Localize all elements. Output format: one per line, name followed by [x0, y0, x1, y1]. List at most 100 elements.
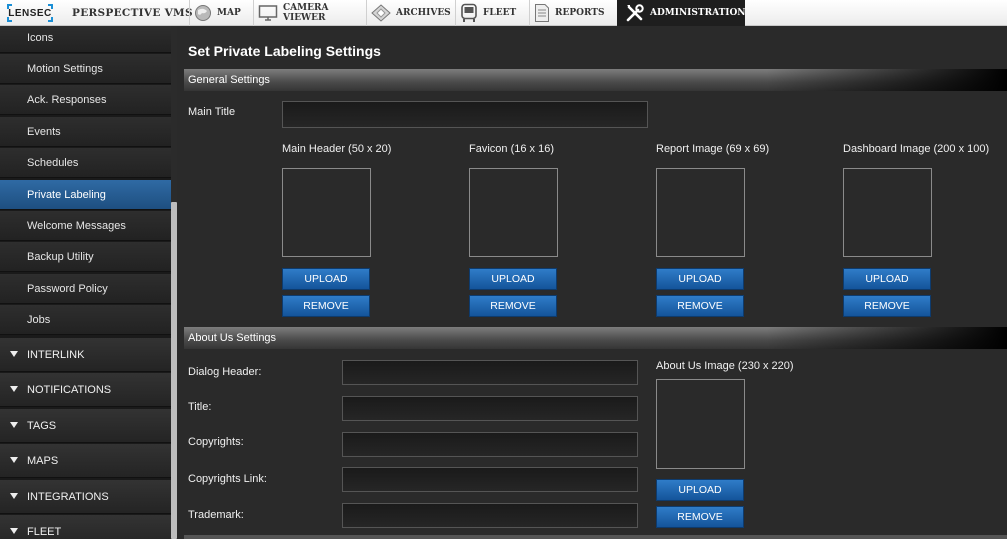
- monitor-icon: [258, 5, 278, 21]
- sidebar-section-label: TAGS: [27, 420, 57, 432]
- sidebar-section-notifications[interactable]: NOTIFICATIONS: [0, 373, 171, 407]
- sidebar-item-private-labeling[interactable]: Private Labeling: [0, 180, 171, 210]
- bus-icon: [461, 3, 477, 22]
- section-header-label: General Settings: [188, 74, 270, 86]
- sidebar-section-maps[interactable]: MAPS: [0, 444, 171, 478]
- trademark-input[interactable]: [342, 503, 638, 528]
- sidebar-section-label: MAPS: [27, 455, 59, 467]
- sidebar-item-jobs[interactable]: Jobs: [0, 305, 171, 335]
- sidebar-item-label: Jobs: [27, 314, 51, 326]
- copyrights-label: Copyrights:: [188, 436, 244, 448]
- sidebar-item-label: Ack. Responses: [27, 94, 107, 106]
- admin-sidebar: Icons Motion Settings Ack. Responses Eve…: [0, 26, 177, 539]
- tab-reports-label: REPORTS: [555, 8, 605, 18]
- sidebar-item-backup-utility[interactable]: Backup Utility: [0, 242, 171, 272]
- brand-title: PERSPECTIVE VMS: [72, 7, 193, 19]
- dialog-header-input[interactable]: [342, 360, 638, 385]
- main-content: Set Private Labeling Settings General Se…: [180, 26, 1007, 539]
- sidebar-section-label: INTEGRATIONS: [27, 491, 109, 503]
- sidebar-item-welcome-messages[interactable]: Welcome Messages: [0, 211, 171, 241]
- sidebar-section-integrations[interactable]: INTEGRATIONS: [0, 480, 171, 514]
- title-label: Title:: [188, 401, 212, 413]
- caret-down-icon: [10, 422, 18, 428]
- caret-down-icon: [10, 386, 18, 392]
- logo-text: LENSEC: [8, 7, 52, 19]
- sidebar-item-label: Schedules: [27, 157, 79, 169]
- sidebar-item-events[interactable]: Events: [0, 117, 171, 147]
- caret-down-icon: [10, 528, 18, 534]
- about-us-image-label: About Us Image (230 x 220): [656, 360, 794, 372]
- copyrights-input[interactable]: [342, 432, 638, 457]
- top-nav-bar: LENSEC PERSPECTIVE VMS MAP CAMERA VIEWER…: [0, 0, 1007, 26]
- main-header-upload-button[interactable]: UPLOAD: [282, 268, 370, 290]
- sidebar-section-label: INTERLINK: [27, 349, 85, 361]
- sidebar-item-password-policy[interactable]: Password Policy: [0, 274, 171, 304]
- tab-camera-viewer[interactable]: CAMERA VIEWER: [253, 0, 366, 26]
- document-icon: [535, 4, 549, 22]
- copyrights-link-label: Copyrights Link:: [188, 473, 267, 485]
- sidebar-item-ack-responses[interactable]: Ack. Responses: [0, 85, 171, 115]
- caret-down-icon: [10, 493, 18, 499]
- general-settings-header: General Settings: [184, 69, 1007, 91]
- main-header-remove-button[interactable]: REMOVE: [282, 295, 370, 317]
- globe-icon: [195, 5, 211, 21]
- tab-administration[interactable]: ADMINISTRATION: [617, 0, 746, 26]
- tab-archives-label: ARCHIVES: [396, 8, 451, 18]
- about-us-upload-button[interactable]: UPLOAD: [656, 479, 744, 501]
- favicon-upload-button[interactable]: UPLOAD: [469, 268, 557, 290]
- favicon-image-preview: [469, 168, 558, 257]
- dialog-header-label: Dialog Header:: [188, 366, 262, 378]
- sidebar-section-interlink[interactable]: INTERLINK: [0, 338, 171, 372]
- sidebar-item-label: Motion Settings: [27, 63, 103, 75]
- tab-administration-label: ADMINISTRATION: [650, 8, 746, 18]
- sidebar-item-label: Events: [27, 126, 61, 138]
- sidebar-section-tags[interactable]: TAGS: [0, 409, 171, 443]
- main-title-input[interactable]: [282, 101, 648, 128]
- sidebar-item-icons[interactable]: Icons: [0, 26, 171, 53]
- sidebar-item-schedules[interactable]: Schedules: [0, 148, 171, 178]
- dashboard-image-upload-button[interactable]: UPLOAD: [843, 268, 931, 290]
- dashboard-image-preview: [843, 168, 932, 257]
- sidebar-item-label: Icons: [27, 32, 54, 44]
- copyrights-link-input[interactable]: [342, 467, 638, 492]
- tools-icon: [626, 4, 644, 22]
- sidebar-item-label: Welcome Messages: [27, 220, 126, 232]
- caret-down-icon: [10, 457, 18, 463]
- tab-reports[interactable]: REPORTS: [529, 0, 617, 26]
- about-us-settings-header: About Us Settings: [184, 327, 1007, 349]
- tab-map[interactable]: MAP: [189, 0, 253, 26]
- about-us-remove-button[interactable]: REMOVE: [656, 506, 744, 528]
- tab-camera-viewer-label: CAMERA VIEWER: [283, 3, 329, 23]
- lensec-logo[interactable]: LENSEC: [4, 3, 56, 23]
- sidebar-section-label: NOTIFICATIONS: [27, 384, 112, 396]
- trademark-label: Trademark:: [188, 509, 244, 521]
- report-image-remove-button[interactable]: REMOVE: [656, 295, 744, 317]
- sidebar-scroll-thumb[interactable]: [171, 202, 177, 539]
- tab-fleet[interactable]: FLEET: [455, 0, 529, 26]
- title-input[interactable]: [342, 396, 638, 421]
- report-image-upload-button[interactable]: UPLOAD: [656, 268, 744, 290]
- sidebar-item-label: Private Labeling: [27, 189, 106, 201]
- sidebar-section-label: FLEET: [27, 526, 62, 538]
- main-title-label: Main Title: [188, 106, 236, 118]
- about-us-image-preview: [656, 379, 745, 469]
- favicon-image-label: Favicon (16 x 16): [469, 143, 554, 155]
- caret-down-icon: [10, 351, 18, 357]
- sidebar-item-label: Backup Utility: [27, 251, 94, 263]
- page-title: Set Private Labeling Settings: [188, 43, 381, 59]
- dashboard-image-label: Dashboard Image (200 x 100): [843, 143, 990, 155]
- report-image-preview: [656, 168, 745, 257]
- dashboard-image-remove-button[interactable]: REMOVE: [843, 295, 931, 317]
- section-header-label: About Us Settings: [188, 332, 277, 344]
- sidebar-section-fleet[interactable]: FLEET: [0, 515, 171, 539]
- tab-archives[interactable]: ARCHIVES: [366, 0, 455, 26]
- favicon-remove-button[interactable]: REMOVE: [469, 295, 557, 317]
- bottom-divider: [184, 535, 1007, 539]
- sidebar-scrollbar[interactable]: [171, 26, 177, 539]
- sidebar-item-motion-settings[interactable]: Motion Settings: [0, 54, 171, 84]
- archive-icon: [371, 4, 391, 22]
- sidebar-item-label: Password Policy: [27, 283, 108, 295]
- tab-fleet-label: FLEET: [483, 8, 517, 18]
- main-header-image-label: Main Header (50 x 20): [282, 143, 392, 155]
- main-header-image-preview: [282, 168, 371, 257]
